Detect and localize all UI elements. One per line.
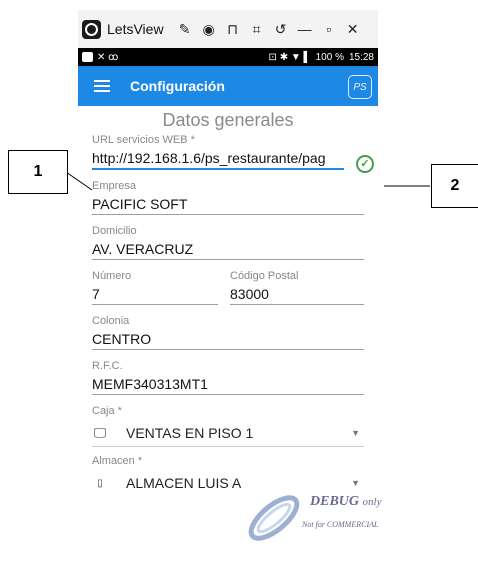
debug-watermark: DEBUG only Not for COMMERCIAL bbox=[232, 490, 382, 550]
watermark-line1: DEBUG only bbox=[310, 494, 382, 509]
callout-leader-lines bbox=[65, 171, 430, 191]
watermark-line2: Not for COMMERCIAL bbox=[302, 520, 379, 529]
callout-1: 1 bbox=[8, 150, 68, 194]
callout-2: 2 bbox=[431, 164, 478, 208]
